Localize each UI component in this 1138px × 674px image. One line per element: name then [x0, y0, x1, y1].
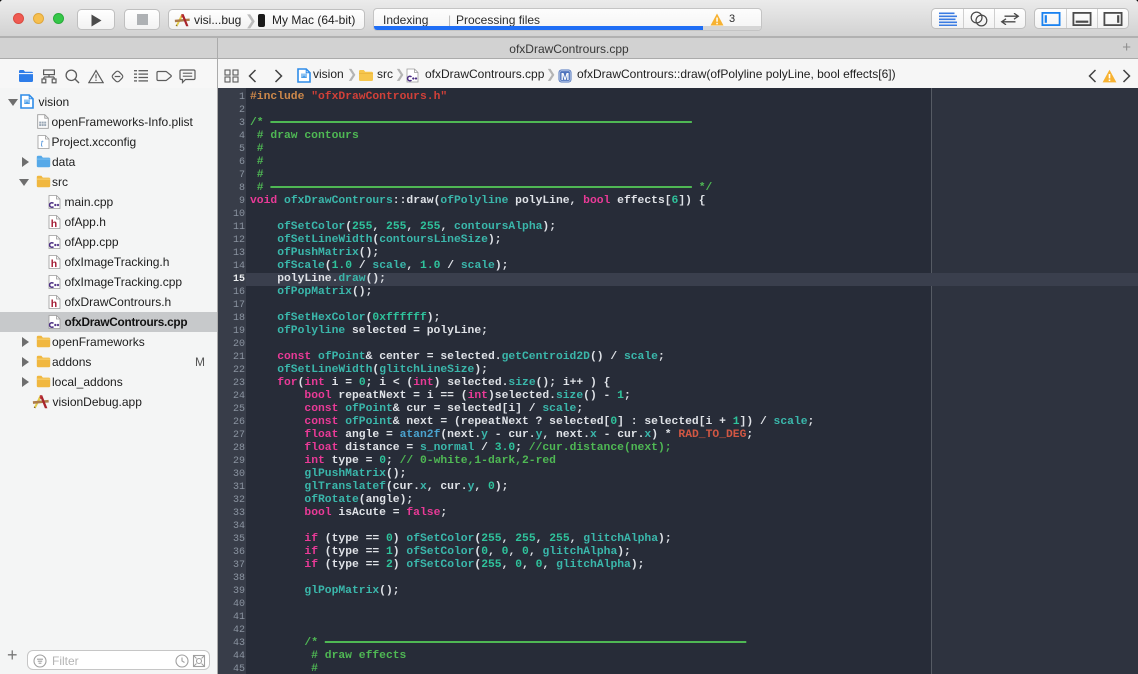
svg-text:h: h	[50, 257, 56, 269]
svg-text:h: h	[50, 217, 56, 229]
svg-text:M: M	[561, 71, 569, 82]
svg-text:h: h	[50, 297, 56, 309]
svg-text:t: t	[41, 138, 44, 149]
